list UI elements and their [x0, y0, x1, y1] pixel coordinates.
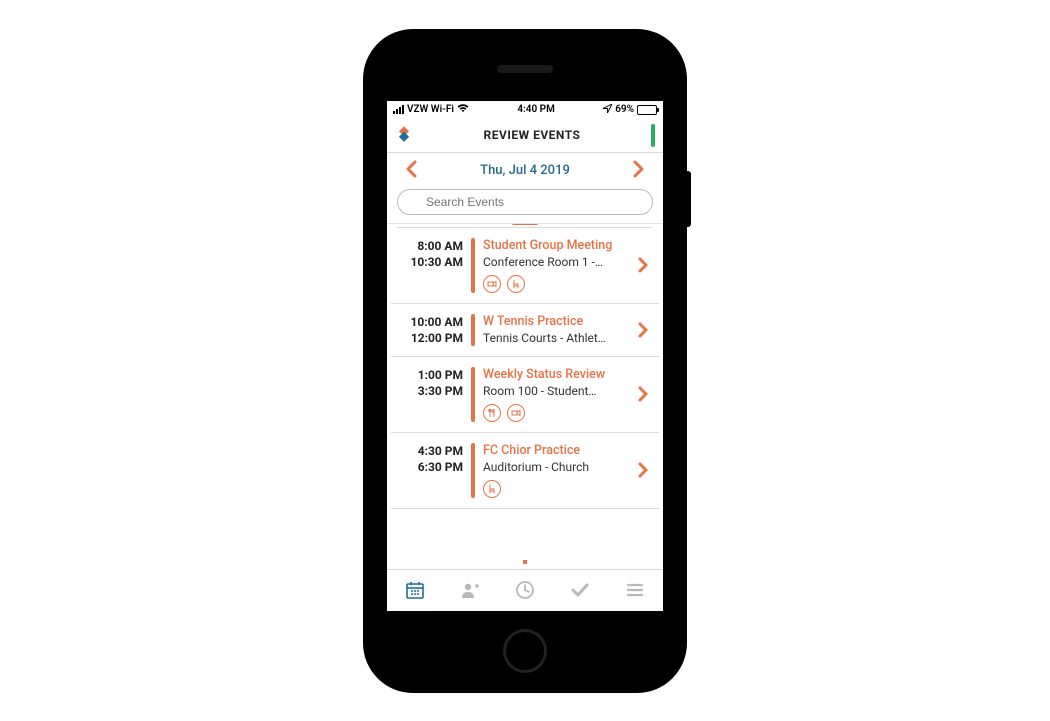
status-left: VZW Wi-Fi	[393, 103, 469, 116]
phone-frame: VZW Wi-Fi 4:40 PM 69%	[365, 31, 685, 691]
event-location: Room 100 - Student…	[483, 384, 629, 398]
chevron-right-icon[interactable]	[637, 367, 651, 422]
tab-add-person[interactable]	[450, 570, 490, 610]
app-logo-icon[interactable]	[395, 126, 413, 144]
chevron-right-icon[interactable]	[637, 443, 651, 498]
tab-bar	[387, 569, 663, 611]
event-time: 1:00 PM3:30 PM	[401, 367, 463, 422]
event-start: 10:00 AM	[401, 314, 463, 330]
app-screen: VZW Wi-Fi 4:40 PM 69%	[387, 101, 663, 611]
event-start: 4:30 PM	[401, 443, 463, 459]
event-resource-icons	[483, 404, 629, 422]
search-input[interactable]	[397, 189, 653, 215]
event-end: 10:30 AM	[401, 254, 463, 270]
event-end: 6:30 PM	[401, 459, 463, 475]
tab-menu[interactable]	[615, 570, 655, 610]
event-details: W Tennis Practice Tennis Courts - Athlet…	[483, 314, 629, 346]
event-details: Student Group Meeting Conference Room 1 -…	[483, 238, 629, 293]
event-details: Weekly Status Review Room 100 - Student…	[483, 367, 629, 422]
tab-check[interactable]	[560, 570, 600, 610]
event-title: Weekly Status Review	[483, 367, 629, 382]
event-start: 8:00 AM	[401, 238, 463, 254]
event-location: Auditorium - Church	[483, 460, 629, 474]
carrier-label: VZW Wi-Fi	[407, 104, 454, 115]
status-right: 69%	[603, 104, 657, 116]
event-accent-bar	[471, 238, 475, 293]
chair-icon	[483, 480, 501, 498]
camera-icon	[507, 404, 525, 422]
event-end: 3:30 PM	[401, 383, 463, 399]
current-date-label[interactable]: Thu, Jul 4 2019	[480, 163, 570, 178]
battery-icon	[637, 105, 657, 115]
chevron-right-icon[interactable]	[637, 238, 651, 293]
food-icon	[483, 404, 501, 422]
phone-home-button[interactable]	[503, 629, 547, 673]
signal-bars-icon	[393, 105, 404, 114]
battery-pct: 69%	[615, 104, 634, 115]
page-title: REVIEW EVENTS	[484, 128, 581, 142]
events-list[interactable]: 8:00 AM10:30 AM Student Group Meeting Conf…	[387, 223, 663, 569]
chevron-right-icon[interactable]	[637, 314, 651, 346]
tab-calendar[interactable]	[395, 570, 435, 610]
event-row[interactable]: 8:00 AM10:30 AM Student Group Meeting Conf…	[391, 228, 659, 304]
wifi-icon	[457, 103, 469, 116]
event-end: 12:00 PM	[401, 330, 463, 346]
event-location: Conference Room 1 -…	[483, 255, 629, 269]
event-details: FC Chior Practice Auditorium - Church	[483, 443, 629, 498]
event-title: W Tennis Practice	[483, 314, 629, 329]
event-accent-bar	[471, 367, 475, 422]
event-row[interactable]: 1:00 PM3:30 PM Weekly Status Review Room 1…	[391, 357, 659, 433]
event-accent-bar	[471, 443, 475, 498]
event-location: Tennis Courts - Athlet…	[483, 331, 629, 345]
event-time: 8:00 AM10:30 AM	[401, 238, 463, 293]
status-time: 4:40 PM	[517, 104, 555, 115]
location-icon	[603, 104, 612, 116]
phone-side-button	[685, 171, 691, 227]
scroll-indicator-icon	[523, 560, 527, 564]
event-resource-icons	[483, 275, 629, 293]
event-start: 1:00 PM	[401, 367, 463, 383]
app-header: REVIEW EVENTS	[387, 119, 663, 153]
date-navigator: Thu, Jul 4 2019	[387, 153, 663, 189]
status-bar: VZW Wi-Fi 4:40 PM 69%	[387, 101, 663, 119]
camera-icon	[483, 275, 501, 293]
event-resource-icons	[483, 480, 629, 498]
event-title: FC Chior Practice	[483, 443, 629, 458]
prev-day-button[interactable]	[405, 159, 419, 183]
next-day-button[interactable]	[631, 159, 645, 183]
chair-icon	[507, 275, 525, 293]
event-accent-bar	[471, 314, 475, 346]
phone-speaker	[497, 65, 553, 73]
tab-clock[interactable]	[505, 570, 545, 610]
event-time: 4:30 PM6:30 PM	[401, 443, 463, 498]
event-time: 10:00 AM12:00 PM	[401, 314, 463, 346]
event-row[interactable]: 10:00 AM12:00 PM W Tennis Practice Tennis …	[391, 304, 659, 357]
event-row[interactable]: 4:30 PM6:30 PM FC Chior Practice Auditoriu…	[391, 433, 659, 509]
search-container	[387, 189, 663, 223]
device-status-icon[interactable]	[651, 126, 655, 145]
event-title: Student Group Meeting	[483, 238, 629, 253]
